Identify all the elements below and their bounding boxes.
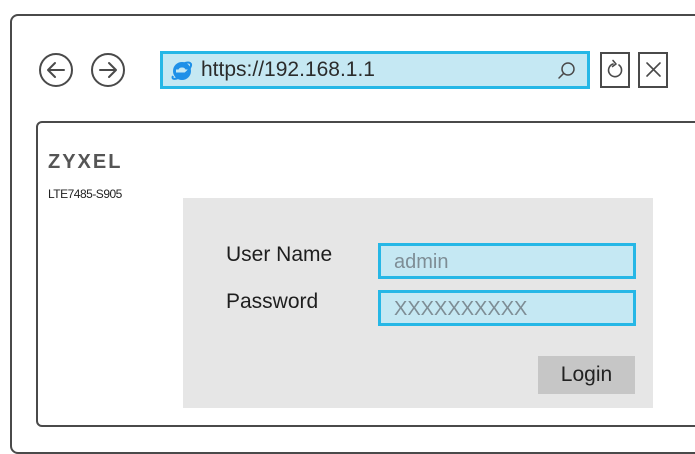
address-bar[interactable]: https://192.168.1.1: [160, 51, 590, 89]
search-icon[interactable]: [555, 60, 577, 82]
back-button[interactable]: [39, 53, 73, 87]
close-button[interactable]: [638, 52, 668, 88]
url-text: https://192.168.1.1: [201, 58, 375, 81]
model-name: LTE7485-S905: [48, 187, 122, 201]
refresh-icon: [607, 59, 623, 78]
refresh-button[interactable]: [600, 52, 630, 88]
password-input[interactable]: XXXXXXXXXX: [378, 290, 636, 326]
internet-explorer-icon: [171, 61, 193, 80]
login-button[interactable]: Login: [538, 356, 635, 394]
page-content: ZYXEL LTE7485-S905 User Name admin Passw…: [36, 121, 695, 427]
brand-logo: ZYXEL: [48, 151, 123, 173]
forward-button[interactable]: [91, 53, 125, 87]
arrow-left-icon: [47, 62, 65, 78]
close-icon: [646, 62, 661, 77]
username-input[interactable]: admin: [378, 243, 636, 279]
login-panel: User Name admin Password XXXXXXXXXX Logi…: [183, 198, 653, 408]
browser-window: https://192.168.1.1 ZYXEL LTE7485-S905 U…: [10, 14, 695, 454]
password-label: Password: [226, 290, 319, 313]
username-label: User Name: [226, 243, 333, 266]
arrow-right-icon: [99, 62, 117, 78]
